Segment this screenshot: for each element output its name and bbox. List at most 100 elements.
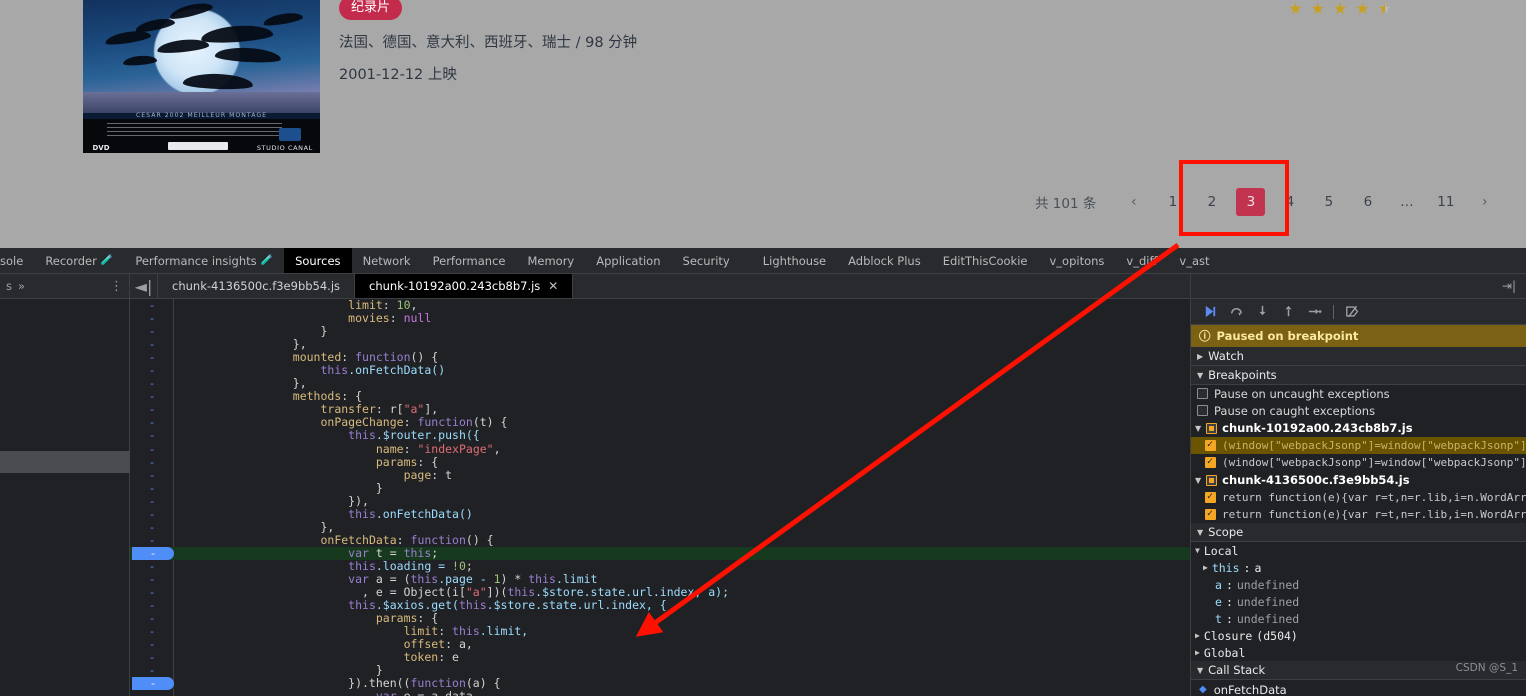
more-options-icon[interactable]: ⋮	[110, 279, 123, 294]
call-stack-frame-onfetchdata[interactable]: ◆ onFetchData	[1191, 680, 1526, 696]
line-number[interactable]: -	[130, 403, 174, 416]
pagination-page-2[interactable]: 2	[1197, 188, 1226, 216]
line-number[interactable]: -	[130, 364, 174, 377]
tab-recorder[interactable]: Recorder 🧪	[34, 248, 124, 273]
tab-v-opitons[interactable]: v_opitons	[1039, 248, 1116, 273]
scope-group-closure[interactable]: ▶ Closure (d504)	[1191, 627, 1526, 644]
line-number[interactable]: -	[130, 495, 174, 508]
tab-performance[interactable]: Performance	[422, 248, 517, 273]
line-number[interactable]: -	[130, 521, 174, 534]
breakpoint-item[interactable]: return function(e){var r=t,n=r.lib,i=n.W…	[1191, 489, 1526, 506]
breakpoint-item[interactable]: (window["webpackJsonp"]=window["webpackJ…	[1191, 454, 1526, 471]
tab-v-ast[interactable]: v_ast	[1168, 248, 1220, 273]
movie-poster[interactable]: CESAR 2002 MEILLEUR MONTAGE DVD STUDIO C…	[83, 0, 320, 153]
step-into-button[interactable]	[1249, 301, 1275, 323]
deactivate-breakpoints-button[interactable]	[1340, 301, 1366, 323]
tab-memory[interactable]: Memory	[516, 248, 585, 273]
tab-sources[interactable]: Sources	[284, 248, 352, 273]
checkbox[interactable]	[1197, 388, 1208, 399]
genre-badge[interactable]: 纪录片	[339, 0, 403, 20]
step-over-button[interactable]	[1223, 301, 1249, 323]
file-tab-chunk-10192a00[interactable]: chunk-10192a00.243cb8b7.js ✕	[355, 274, 574, 298]
scope-entry-a[interactable]: a : undefined	[1191, 576, 1526, 593]
chevron-right-icon[interactable]: ▶	[1195, 648, 1200, 657]
line-number[interactable]: -	[130, 456, 174, 469]
breakpoint-marker[interactable]: -	[132, 546, 174, 560]
breakpoint-marker[interactable]: -	[132, 677, 174, 691]
checkbox[interactable]	[1197, 405, 1208, 416]
line-number[interactable]: -	[130, 351, 174, 364]
watch-section-header[interactable]: ▶ Watch	[1191, 347, 1526, 366]
tab-performance-insights[interactable]: Performance insights 🧪	[124, 248, 284, 273]
chevron-right-icon[interactable]: »	[18, 279, 25, 293]
line-number[interactable]: -	[130, 390, 174, 403]
line-number[interactable]: -	[130, 508, 174, 521]
checkbox[interactable]	[1205, 491, 1216, 503]
checkbox[interactable]	[1205, 508, 1216, 520]
tab-adblock-plus[interactable]: Adblock Plus	[837, 248, 932, 273]
tab-v-diff[interactable]: v_diff	[1115, 248, 1168, 273]
tab-network[interactable]: Network	[352, 248, 422, 273]
line-number[interactable]: -	[130, 325, 174, 338]
step-out-button[interactable]	[1275, 301, 1301, 323]
breakpoint-file-header[interactable]: ▼ chunk-10192a00.243cb8b7.js	[1191, 419, 1526, 437]
line-number[interactable]: -	[130, 534, 174, 547]
checkbox[interactable]	[1205, 456, 1216, 468]
scope-section-header[interactable]: ▼ Scope	[1191, 523, 1526, 542]
resume-button[interactable]	[1197, 301, 1223, 323]
code-line[interactable]: - var e = a.data	[130, 690, 1190, 696]
line-number[interactable]: -	[130, 690, 174, 696]
pagination-next-icon[interactable]: ›	[1470, 188, 1499, 216]
step-button[interactable]	[1301, 301, 1327, 323]
tab-console-overflow[interactable]: sole	[0, 248, 34, 273]
line-number[interactable]: -	[130, 651, 174, 664]
tab-security[interactable]: Security	[672, 248, 741, 273]
line-number[interactable]: -	[130, 586, 174, 599]
line-number[interactable]: -	[130, 416, 174, 429]
scope-entry-this[interactable]: ▶ this : a	[1191, 559, 1526, 576]
editor-code[interactable]: - limit: 10, - movies: null - } - }, - mount…	[130, 299, 1190, 696]
chevron-right-icon[interactable]: ▶	[1203, 563, 1208, 572]
pause-on-caught-exceptions-row[interactable]: Pause on caught exceptions	[1191, 402, 1526, 419]
scope-entry-e[interactable]: e : undefined	[1191, 593, 1526, 610]
line-number[interactable]: -	[130, 482, 174, 495]
line-number[interactable]: -	[130, 625, 174, 638]
pause-on-uncaught-exceptions-row[interactable]: Pause on uncaught exceptions	[1191, 385, 1526, 402]
tab-application[interactable]: Application	[585, 248, 671, 273]
pagination-page-5[interactable]: 5	[1314, 188, 1343, 216]
line-number[interactable]: -	[130, 612, 174, 625]
line-number[interactable]: -	[130, 338, 174, 351]
line-number[interactable]: -	[130, 429, 174, 442]
navigator-sidebar[interactable]	[0, 299, 130, 696]
scope-entry-t[interactable]: t : undefined	[1191, 610, 1526, 627]
pagination-page-6[interactable]: 6	[1353, 188, 1382, 216]
toggle-navigator-icon[interactable]: ◄|	[130, 274, 158, 298]
code-editor[interactable]: - limit: 10, - movies: null - } - }, - mount…	[130, 299, 1190, 696]
line-number[interactable]: -	[130, 469, 174, 482]
line-number[interactable]: -	[130, 560, 174, 573]
breakpoint-item[interactable]: return function(e){var r=t,n=r.lib,i=n.W…	[1191, 506, 1526, 523]
navigator-selected-row[interactable]	[0, 451, 130, 473]
pagination-prev-icon[interactable]: ‹	[1119, 188, 1148, 216]
line-number[interactable]: -	[130, 312, 174, 325]
pagination-page-4[interactable]: 4	[1275, 188, 1304, 216]
line-number[interactable]: -	[130, 377, 174, 390]
checkbox[interactable]	[1205, 439, 1216, 451]
close-icon[interactable]: ✕	[548, 279, 558, 293]
line-number[interactable]: -	[130, 638, 174, 651]
expand-panel-icon[interactable]: ⇥|	[1502, 279, 1522, 293]
pagination-ellipsis[interactable]: …	[1392, 188, 1421, 216]
line-number[interactable]: -	[130, 443, 174, 456]
pagination-page-11[interactable]: 11	[1431, 188, 1460, 216]
tab-lighthouse[interactable]: Lighthouse	[741, 248, 837, 273]
pagination-page-3-active[interactable]: 3	[1236, 188, 1266, 216]
line-number[interactable]: -	[130, 299, 174, 312]
breakpoint-file-header[interactable]: ▼ chunk-4136500c.f3e9bb54.js	[1191, 471, 1526, 489]
line-number[interactable]: -	[130, 573, 174, 586]
line-number[interactable]: -	[130, 664, 174, 677]
line-number[interactable]: -	[130, 599, 174, 612]
pagination-page-1[interactable]: 1	[1158, 188, 1187, 216]
breakpoint-item[interactable]: (window["webpackJsonp"]=window["webpackJ…	[1191, 437, 1526, 454]
file-tab-chunk-4136500c[interactable]: chunk-4136500c.f3e9bb54.js	[158, 274, 356, 298]
chevron-right-icon[interactable]: ▶	[1195, 631, 1200, 640]
